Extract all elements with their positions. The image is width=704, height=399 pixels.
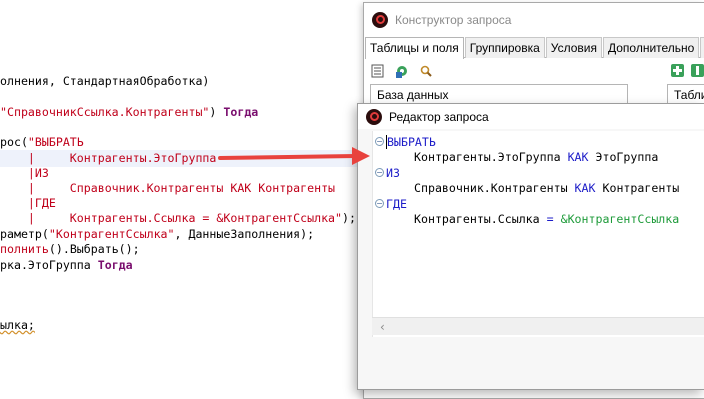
window-title: Конструктор запроса — [395, 12, 512, 27]
tab-conditions[interactable]: Условия — [545, 37, 602, 58]
list-icon[interactable] — [370, 63, 386, 79]
search-icon[interactable] — [418, 63, 434, 79]
code-line: "СправочникСсылка.Контрагенты") Тогда — [0, 105, 259, 119]
fold-toggle-icon[interactable]: − — [375, 168, 384, 177]
query-line: ИЗ — [386, 166, 400, 180]
fold-toggle-icon[interactable]: − — [375, 137, 384, 146]
horizontal-scrollbar[interactable]: ‹ — [372, 317, 704, 335]
window-title: Редактор запроса — [389, 109, 489, 124]
toolbar — [370, 61, 704, 83]
fold-toggle-icon[interactable]: − — [375, 199, 384, 208]
query-text-area[interactable]: − ВЫБРАТЬ Контрагенты.ЭтоГруппа КАК ЭтоГ… — [372, 131, 704, 337]
code-line: рка.ЭтоГруппа Тогда — [0, 258, 133, 272]
query-line: Справочник.Контрагенты КАК Контрагенты — [414, 181, 680, 195]
add-icon[interactable] — [670, 63, 686, 79]
query-line: Контрагенты.Ссылка = &КонтрагентСсылка — [414, 212, 680, 226]
code-line: полнить().Выбрать(); — [0, 242, 140, 256]
code-line-current: | Контрагенты.ЭтоГруппа — [0, 150, 360, 167]
tab-strip: Таблицы и поля Группировка Условия Допол… — [365, 37, 704, 59]
code-line: рос("ВЫБРАТЬ — [0, 135, 84, 149]
tab-more[interactable]: О — [700, 37, 704, 58]
query-editor-window: Редактор запроса − ВЫБРАТЬ Контрагенты.Э… — [357, 103, 704, 390]
app-logo-icon — [372, 11, 388, 28]
tab-tables-fields[interactable]: Таблицы и поля — [365, 37, 464, 59]
query-line: ГДЕ — [386, 197, 407, 211]
tab-grouping[interactable]: Группировка — [464, 37, 545, 58]
code-line: | Контрагенты.Ссылка = &КонтрагентСсылка… — [0, 211, 356, 225]
add-child-icon[interactable] — [690, 63, 704, 79]
code-line: ылка; — [0, 318, 35, 332]
query-builder-titlebar[interactable]: Конструктор запроса — [364, 3, 704, 36]
scroll-left-icon[interactable]: ‹ — [380, 320, 385, 334]
settings-icon[interactable] — [394, 63, 410, 79]
tab-additional[interactable]: Дополнительно — [602, 37, 700, 58]
query-line: Контрагенты.ЭтоГруппа КАК ЭтоГруппа — [414, 150, 659, 164]
code-line: олнения, СтандартнаяОбработка) — [0, 74, 210, 88]
query-editor-titlebar[interactable]: Редактор запроса — [358, 104, 704, 129]
app-logo-icon — [366, 108, 382, 125]
query-line: ВЫБРАТЬ — [386, 135, 436, 149]
